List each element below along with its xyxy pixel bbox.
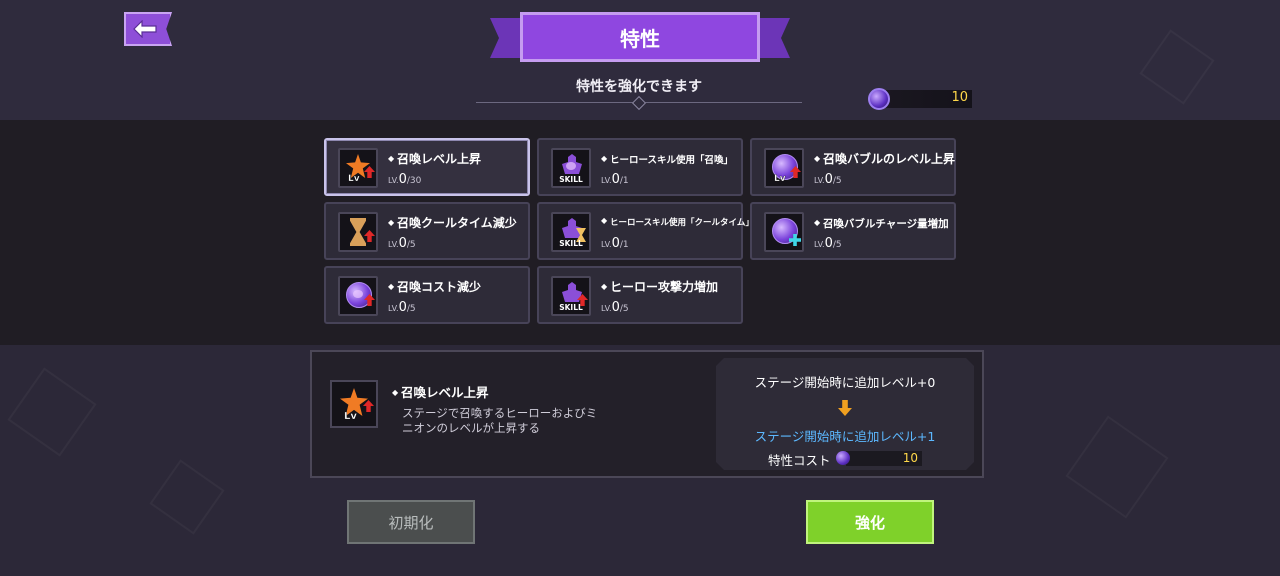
next-effect: ステージ開始時に追加レベル+1 [754, 429, 936, 444]
cooltime-icon [338, 212, 378, 252]
trait-name: ヒーロースキル使用「クールタイム」 [601, 216, 754, 228]
trait-name: ヒーロー攻撃力増加 [601, 278, 718, 295]
enhance-button[interactable]: 強化 [806, 500, 934, 544]
trait-card-hero-attack[interactable]: SKILL ヒーロー攻撃力増加 LV.0/5 [537, 266, 743, 324]
trait-name: ヒーロースキル使用「召喚」 [601, 152, 733, 166]
page-title: 特性 [520, 12, 760, 62]
trait-detail-panel: Lv 召喚レベル上昇 ステージで召喚するヒーローおよびミニオンのレベルが上昇する… [310, 350, 984, 478]
down-arrow-icon [838, 400, 852, 416]
trait-level: LV.0/1 [601, 236, 629, 251]
cost-label: 特性コスト [768, 453, 831, 468]
detail-trait-name: 召喚レベル上昇 [392, 382, 489, 401]
trait-card-bubble-level[interactable]: Lv 召喚バブルのレベル上昇 LV.0/5 [750, 138, 956, 196]
cost-value: 10 [902, 451, 918, 465]
trait-card-cooltime[interactable]: 召喚クールタイム減少 LV.0/5 [324, 202, 530, 260]
trait-card-hero-skill-summon[interactable]: SKILL ヒーロースキル使用「召喚」 LV.0/1 [537, 138, 743, 196]
reset-button[interactable]: 初期化 [347, 500, 475, 544]
currency-value: 10 [951, 90, 968, 105]
trait-card-summon-cost[interactable]: 召喚コスト減少 LV.0/5 [324, 266, 530, 324]
back-arrow-icon [133, 20, 157, 38]
trait-level: LV.0/30 [388, 172, 422, 187]
trait-card-hero-skill-cooltime[interactable]: SKILL ヒーロースキル使用「クールタイム」 LV.0/1 [537, 202, 754, 260]
trait-level: LV.0/5 [814, 172, 842, 187]
trait-level: LV.0/5 [814, 236, 842, 251]
current-effect: ステージ開始時に追加レベル+0 [754, 375, 936, 390]
currency-display: 10 [868, 88, 972, 110]
trait-name: 召喚レベル上昇 [388, 150, 481, 167]
title-ribbon: 特性 [490, 8, 790, 70]
summon-level-icon: Lv [338, 148, 378, 188]
hero-skill-summon-icon: SKILL [551, 148, 591, 188]
hero-attack-icon: SKILL [551, 276, 591, 316]
trait-level: LV.0/5 [388, 300, 416, 315]
bubble-level-icon: Lv [764, 148, 804, 188]
trait-card-summon-level[interactable]: Lv 召喚レベル上昇 LV.0/30 [324, 138, 530, 196]
gem-icon [868, 88, 890, 110]
page-subtitle: 特性を強化できます [576, 79, 702, 95]
detail-description: ステージで召喚するヒーローおよびミニオンのレベルが上昇する [402, 406, 598, 435]
trait-level: LV.0/1 [601, 172, 629, 187]
trait-name: 召喚コスト減少 [388, 278, 481, 295]
trait-name: 召喚クールタイム減少 [388, 214, 517, 231]
summon-level-icon: Lv [330, 380, 378, 428]
trait-name: 召喚バブルのレベル上昇 [814, 150, 955, 167]
bubble-charge-icon [764, 212, 804, 252]
trait-card-bubble-charge[interactable]: 召喚バブルチャージ量増加 LV.0/5 [750, 202, 956, 260]
detail-effect-box: ステージ開始時に追加レベル+0 ステージ開始時に追加レベル+1 特性コスト 10 [716, 358, 974, 470]
trait-name: 召喚バブルチャージ量増加 [814, 216, 949, 231]
summon-cost-icon [338, 276, 378, 316]
back-button[interactable] [124, 12, 172, 46]
hero-skill-cooltime-icon: SKILL [551, 212, 591, 252]
trait-level: LV.0/5 [388, 236, 416, 251]
trait-level: LV.0/5 [601, 300, 629, 315]
